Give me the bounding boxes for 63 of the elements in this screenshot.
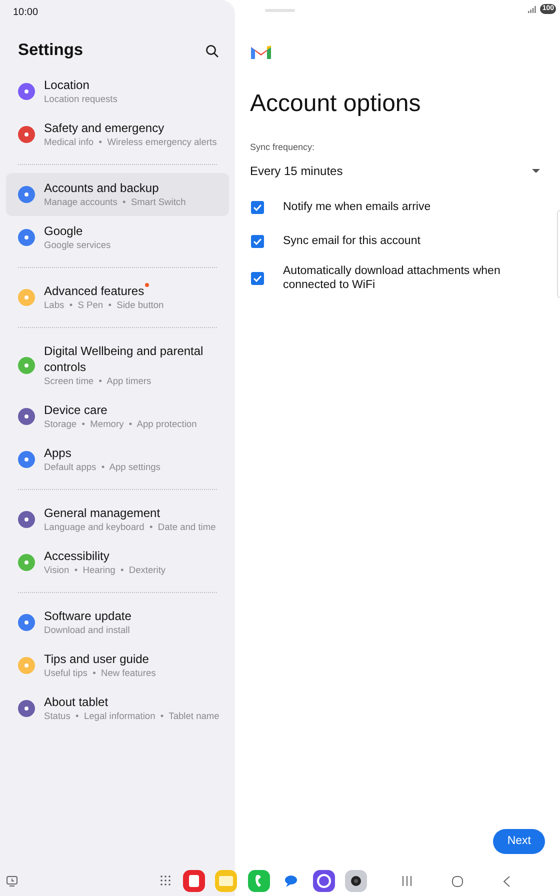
dropdown-caret-icon [532,169,540,174]
settings-item[interactable]: Apps Default apps • App settings [6,438,229,481]
recents-icon[interactable] [402,876,412,886]
item-title: Location [44,77,90,93]
settings-item[interactable]: Tips and user guide Useful tips • New features [6,644,229,687]
item-title: Accounts and backup [44,180,160,196]
apps-grid-icon[interactable] [160,875,172,887]
signal-icon [528,6,536,12]
option-label: Sync email for this account [283,234,420,248]
item-title: Google [44,223,84,239]
item-subtitle: Storage • Memory • App protection [44,418,197,431]
settings-item[interactable]: About tablet Status • Legal information • Tablet name [6,687,229,730]
item-title: Software update [44,608,132,624]
item-subtitle: Default apps • App settings [44,461,160,474]
settings-item[interactable]: Software update Download and install [6,601,229,644]
item-subtitle: Labs • S Pen • Side button [44,299,164,312]
page-title: Account options [250,90,422,119]
item-subtitle: Useful tips • New features [44,667,156,680]
search-icon[interactable] [205,44,219,58]
settings-item[interactable]: Accounts and backup Manage accounts • Smart Switch [6,173,229,216]
item-subtitle: Manage accounts • Smart Switch [44,196,186,209]
item-title: Safety and emergency [44,120,166,136]
item-subtitle: Language and keyboard • Date and time [44,521,216,534]
item-title: Advanced features [44,283,164,299]
item-subtitle: Google services [44,239,111,252]
item-subtitle: Location requests [44,93,118,106]
settings-item[interactable]: Digital Wellbeing and parental controls Screen time • App timers [6,336,229,395]
item-title: Device care [44,402,108,418]
option-label: Automatically download attachments when connected to WiFi [283,264,502,292]
item-title: About tablet [44,694,110,710]
item-subtitle: Download and install [44,624,131,637]
back-icon[interactable] [503,876,510,886]
next-button[interactable]: Next [493,828,545,854]
item-title: General management [44,505,162,521]
settings-title: Settings [18,41,84,61]
settings-item[interactable]: Location Location requests [6,70,229,113]
notes-app-icon[interactable] [182,870,204,892]
checkbox[interactable] [251,200,264,214]
item-title: Digital Wellbeing and parental controls [44,343,204,375]
checkbox[interactable] [251,234,264,248]
checkbox[interactable] [251,272,264,285]
item-title: Apps [44,445,72,461]
camera-app-icon[interactable] [345,870,367,892]
settings-item[interactable]: Safety and emergency Medical info • Wireless emergency alerts [6,113,229,156]
item-subtitle: Status • Legal information • Tablet name [44,710,220,723]
item-title: Accessibility [44,548,110,564]
status-time: 10:00 [12,6,40,20]
settings-item[interactable]: General management Language and keyboard • Date and time [6,498,229,541]
settings-item[interactable]: Accessibility Vision • Hearing • Dexterity [6,541,229,584]
screen-icon[interactable] [6,875,18,887]
field-label: Sync frequency: [250,140,316,154]
item-title: Tips and user guide [44,651,150,667]
home-icon[interactable] [452,876,463,886]
item-subtitle: Medical info • Wireless emergency alerts [44,136,217,149]
option-label: Notify me when emails arrive [283,200,431,214]
mail-logo [250,44,272,60]
item-subtitle: Screen time • App timers [44,375,152,388]
sync-frequency-dropdown[interactable]: Every 15 minutes [250,162,544,180]
globe-app-icon[interactable] [312,870,334,892]
settings-item[interactable]: Device care Storage • Memory • App protection [6,395,229,438]
settings-item[interactable]: Advanced features Labs • S Pen • Side button [6,276,229,319]
item-subtitle: Vision • Hearing • Dexterity [44,564,166,577]
settings-item[interactable]: Google Google services [6,216,229,259]
